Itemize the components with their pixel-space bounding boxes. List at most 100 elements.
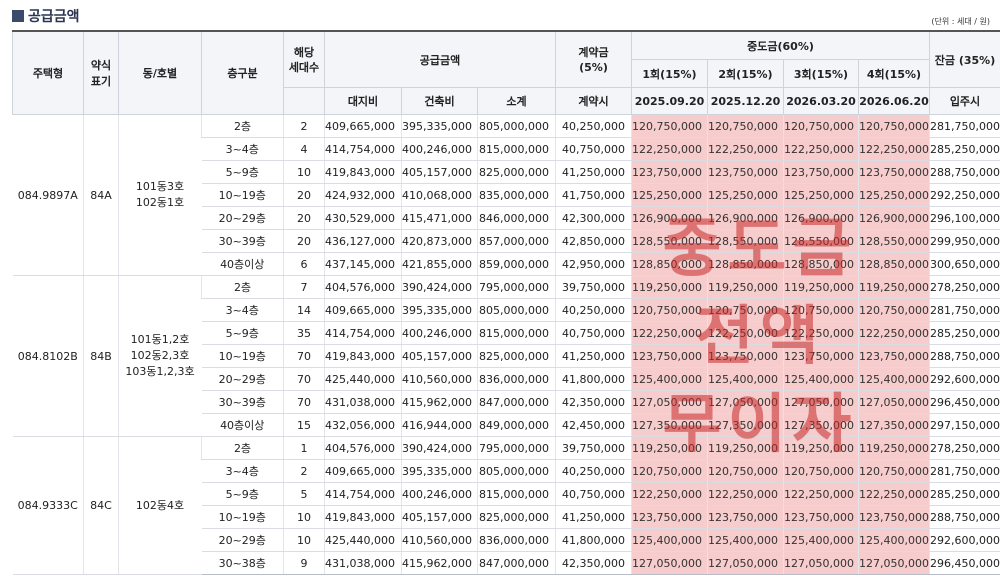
mid-1-cell: 126,900,000	[631, 206, 708, 230]
land-cell: 419,843,000	[324, 505, 402, 529]
contract-cell: 40,750,000	[555, 137, 632, 161]
subtotal-cell: 815,000,000	[477, 321, 556, 345]
building-cell: 400,246,000	[401, 321, 478, 345]
table-row: 084.9333C 84C 102동4호 2층 1 404,576,000 390,424,…	[12, 436, 1000, 575]
mid-4-cell: 125,400,000	[858, 528, 930, 552]
unit-type-cell: 084.9897A	[12, 114, 84, 276]
floor-cell: 3~4층	[201, 459, 284, 483]
mid-2-cell: 125,400,000	[707, 367, 784, 391]
mid-2-cell: 125,250,000	[707, 183, 784, 207]
land-cell: 404,576,000	[324, 275, 402, 299]
floor-cell: 2층	[201, 436, 284, 460]
mid-1-cell: 122,250,000	[631, 137, 708, 161]
balance-cell: 288,750,000	[929, 505, 1000, 529]
contract-cell: 39,750,000	[555, 275, 632, 299]
households-cell: 20	[283, 229, 325, 253]
contract-cell: 42,850,000	[555, 229, 632, 253]
contract-cell: 40,250,000	[555, 459, 632, 483]
mid-3-cell: 123,750,000	[783, 344, 859, 368]
floor-cell: 30~39층	[201, 390, 284, 414]
mid-3-cell: 127,050,000	[783, 551, 859, 575]
subtotal-cell: 795,000,000	[477, 436, 556, 460]
balance-cell: 296,100,000	[929, 206, 1000, 230]
mid-4-cell: 122,250,000	[858, 321, 930, 345]
subtotal-cell: 836,000,000	[477, 367, 556, 391]
subtotal-cell: 836,000,000	[477, 528, 556, 552]
balance-cell: 288,750,000	[929, 160, 1000, 184]
mid-2-cell: 123,750,000	[707, 160, 784, 184]
subtotal-cell: 815,000,000	[477, 137, 556, 161]
mid-3-cell: 119,250,000	[783, 436, 859, 460]
header-balance: 잔금 (35%)	[929, 30, 1000, 88]
floor-cell: 10~19층	[201, 344, 284, 368]
header-households: 해당 세대수	[283, 30, 325, 88]
households-cell: 5	[283, 482, 325, 506]
header-round-3: 3회(15%)	[783, 59, 859, 88]
land-cell: 431,038,000	[324, 551, 402, 575]
mid-3-cell: 120,750,000	[783, 298, 859, 322]
building-cell: 405,157,000	[401, 505, 478, 529]
subtotal-cell: 857,000,000	[477, 229, 556, 253]
balance-cell: 285,250,000	[929, 321, 1000, 345]
balance-cell: 292,250,000	[929, 183, 1000, 207]
contract-cell: 41,800,000	[555, 367, 632, 391]
building-cell: 400,246,000	[401, 137, 478, 161]
mid-4-cell: 123,750,000	[858, 344, 930, 368]
households-cell: 10	[283, 505, 325, 529]
floor-cell: 5~9층	[201, 482, 284, 506]
mid-4-cell: 120,750,000	[858, 114, 930, 138]
households-cell: 1	[283, 436, 325, 460]
building-cell: 415,962,000	[401, 551, 478, 575]
land-cell: 409,665,000	[324, 459, 402, 483]
mid-4-cell: 122,250,000	[858, 137, 930, 161]
contract-cell: 39,750,000	[555, 436, 632, 460]
mid-3-cell: 128,850,000	[783, 252, 859, 276]
building-cell: 410,560,000	[401, 528, 478, 552]
mid-2-cell: 122,250,000	[707, 321, 784, 345]
mid-1-cell: 122,250,000	[631, 482, 708, 506]
mid-2-cell: 122,250,000	[707, 482, 784, 506]
abbr-cell: 84C	[83, 436, 119, 575]
building-cell: 415,471,000	[401, 206, 478, 230]
mid-4-cell: 120,750,000	[858, 459, 930, 483]
mid-3-cell: 122,250,000	[783, 321, 859, 345]
building-cell: 421,855,000	[401, 252, 478, 276]
square-bullet-icon	[12, 10, 24, 22]
floor-cell: 30~39층	[201, 229, 284, 253]
floor-cell: 2층	[201, 114, 284, 138]
households-cell: 2	[283, 459, 325, 483]
mid-4-cell: 126,900,000	[858, 206, 930, 230]
header-date-2: 2025.12.20	[707, 87, 784, 115]
land-cell: 409,665,000	[324, 298, 402, 322]
mid-4-cell: 127,350,000	[858, 413, 930, 437]
mid-1-cell: 128,850,000	[631, 252, 708, 276]
contract-cell: 42,350,000	[555, 390, 632, 414]
subtotal-cell: 859,000,000	[477, 252, 556, 276]
floor-cell: 40층이상	[201, 413, 284, 437]
floor-cell: 20~29층	[201, 206, 284, 230]
balance-cell: 288,750,000	[929, 344, 1000, 368]
mid-2-cell: 119,250,000	[707, 436, 784, 460]
dong-ho-cell: 102동4호	[118, 436, 202, 575]
header-contract-when: 계약시	[555, 87, 632, 115]
building-cell: 410,560,000	[401, 367, 478, 391]
land-cell: 424,932,000	[324, 183, 402, 207]
land-cell: 430,529,000	[324, 206, 402, 230]
mid-3-cell: 127,050,000	[783, 390, 859, 414]
floor-cell: 20~29층	[201, 367, 284, 391]
households-cell: 20	[283, 183, 325, 207]
mid-2-cell: 120,750,000	[707, 459, 784, 483]
contract-cell: 41,250,000	[555, 344, 632, 368]
mid-4-cell: 122,250,000	[858, 482, 930, 506]
floor-cell: 30~38층	[201, 551, 284, 575]
building-cell: 405,157,000	[401, 344, 478, 368]
subtotal-cell: 846,000,000	[477, 206, 556, 230]
subtotal-cell: 815,000,000	[477, 482, 556, 506]
balance-cell: 297,150,000	[929, 413, 1000, 437]
floor-cell: 10~19층	[201, 505, 284, 529]
subtotal-cell: 825,000,000	[477, 505, 556, 529]
contract-cell: 42,350,000	[555, 551, 632, 575]
contract-cell: 42,950,000	[555, 252, 632, 276]
floor-cell: 3~4층	[201, 298, 284, 322]
mid-3-cell: 123,750,000	[783, 505, 859, 529]
